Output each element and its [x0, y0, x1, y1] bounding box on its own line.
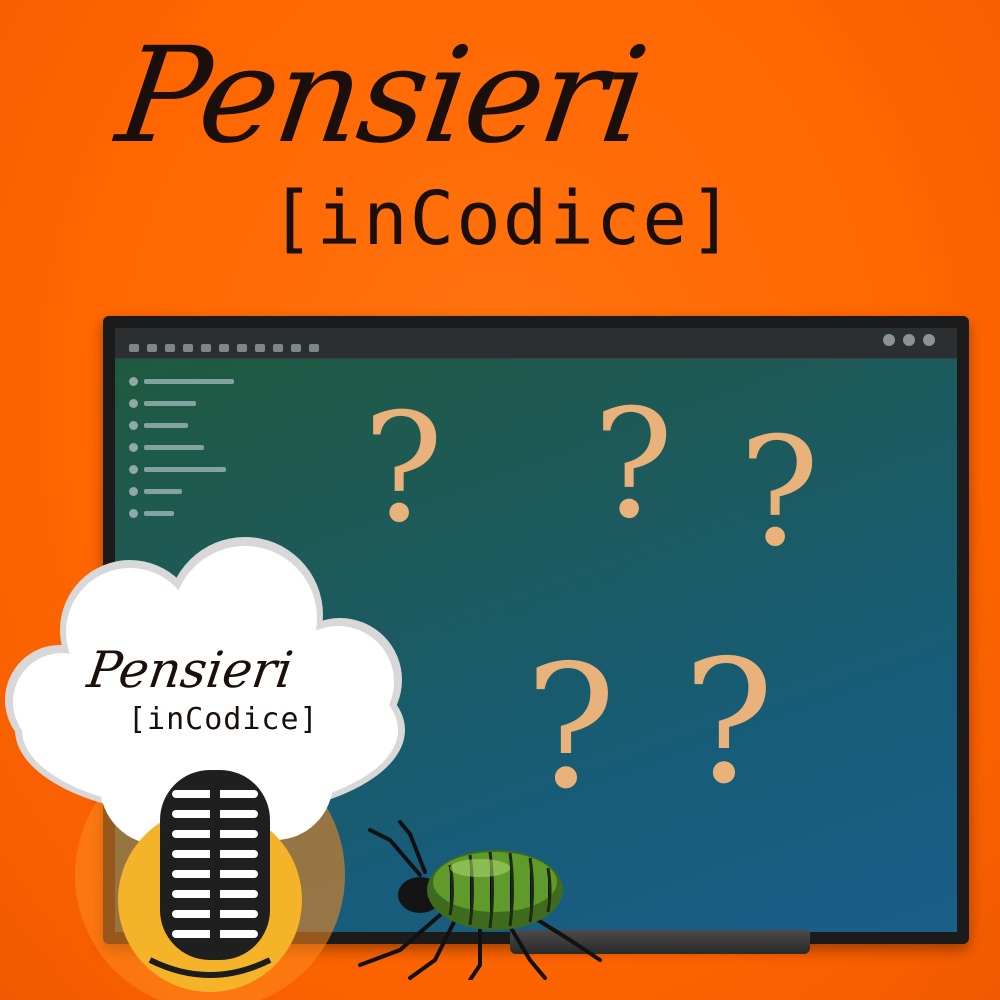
- toolbar-icon: [237, 344, 247, 352]
- question-mark: ?: [593, 378, 674, 552]
- question-mark: ?: [683, 624, 775, 822]
- sidebar-item-bar: [144, 422, 188, 428]
- sidebar-item: [129, 458, 239, 480]
- microphone-icon: [160, 770, 270, 960]
- sidebar-item-bar: [144, 444, 204, 450]
- sidebar-item: [129, 414, 239, 436]
- toolbar-icon: [147, 344, 157, 352]
- toolbar-icon: [183, 344, 193, 352]
- sidebar-item: [129, 392, 239, 414]
- question-mark: ?: [739, 406, 820, 580]
- sidebar-item-bar: [144, 378, 234, 384]
- bullet-icon: [129, 398, 138, 408]
- sidebar-item-bar: [144, 466, 226, 472]
- sidebar-item-bar: [144, 488, 182, 494]
- logo-script: Pensieri: [83, 641, 297, 699]
- toolbar-icon: [309, 344, 319, 352]
- toolbar-icon: [291, 344, 301, 352]
- toolbar-icon: [219, 344, 229, 352]
- sidebar-item-bar: [144, 400, 196, 406]
- window-button-icon: [903, 334, 915, 346]
- bullet-icon: [129, 420, 138, 430]
- toolbar-icon: [255, 344, 265, 352]
- sidebar-item: [129, 436, 239, 458]
- screen-sidebar: [129, 370, 239, 524]
- podcast-cover: Pensieri [inCodice] ? ? ? ? ? Pensieri […: [0, 0, 1000, 1000]
- bullet-icon: [129, 464, 138, 474]
- sidebar-item: [129, 480, 239, 502]
- bug-icon: [358, 820, 602, 980]
- question-mark: ?: [525, 629, 617, 827]
- logo-mono: [inCodice]: [128, 702, 319, 737]
- toolbar-icon: [165, 344, 175, 352]
- window-button-icon: [923, 334, 935, 346]
- sidebar-item-bar: [144, 510, 174, 516]
- title-mono: [inCodice]: [270, 176, 736, 262]
- bullet-icon: [129, 508, 138, 518]
- window-button-icon: [883, 334, 895, 346]
- toolbar-icon: [129, 344, 139, 352]
- bullet-icon: [129, 486, 138, 496]
- bullet-icon: [129, 376, 138, 386]
- toolbar-icon: [201, 344, 211, 352]
- screen-toolbar: [115, 328, 957, 359]
- sidebar-item: [129, 370, 239, 392]
- toolbar-icon: [273, 344, 283, 352]
- bullet-icon: [129, 442, 138, 452]
- title-script: Pensieri: [109, 19, 655, 173]
